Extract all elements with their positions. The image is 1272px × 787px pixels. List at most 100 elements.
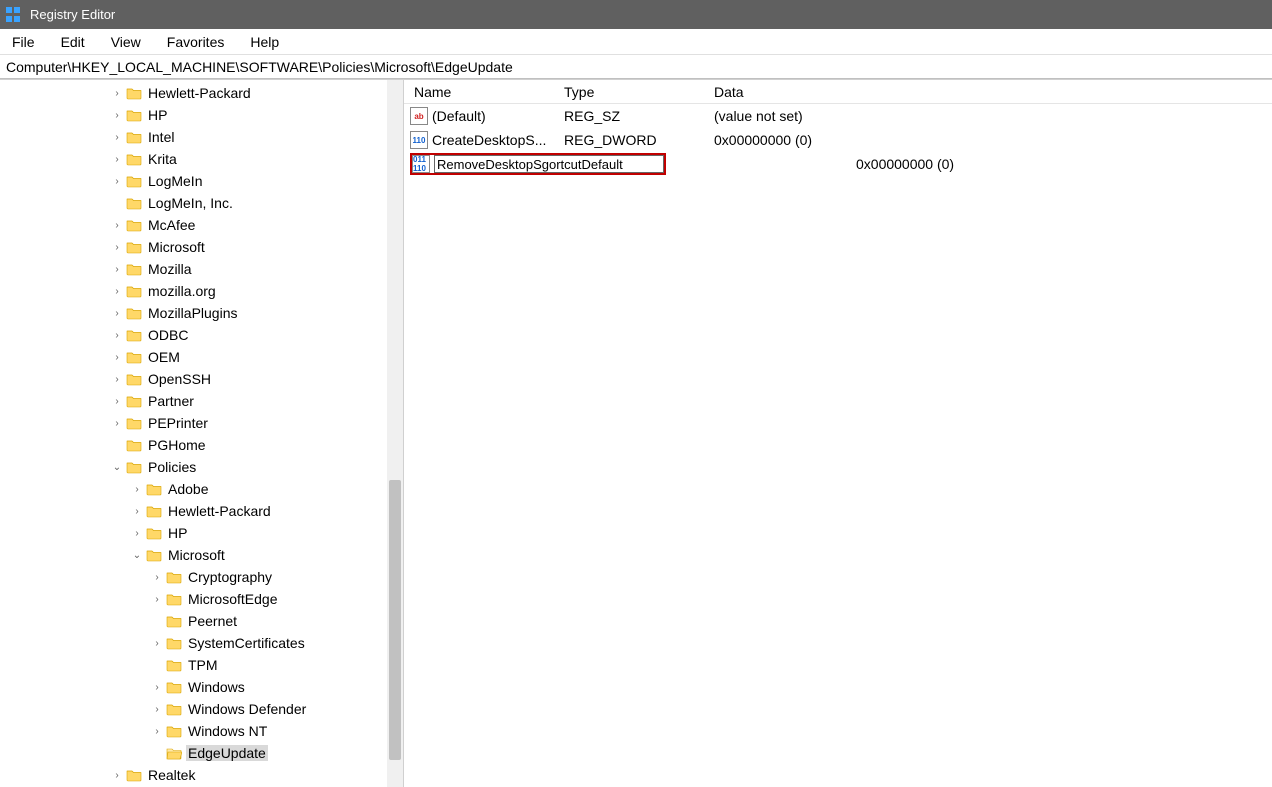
chevron-right-icon[interactable]: › <box>130 504 144 518</box>
tree-item[interactable]: ›OEM <box>0 346 403 368</box>
tree-item-label: SystemCertificates <box>186 635 307 651</box>
tree-item[interactable]: ›Microsoft <box>0 236 403 258</box>
tree-item[interactable]: Peernet <box>0 610 403 632</box>
tree-item[interactable]: ›Intel <box>0 126 403 148</box>
chevron-right-icon[interactable]: › <box>110 350 124 364</box>
chevron-right-icon[interactable]: › <box>110 108 124 122</box>
chevron-right-icon[interactable]: › <box>110 86 124 100</box>
tree-item-label: Mozilla <box>146 261 194 277</box>
chevron-right-icon[interactable]: › <box>150 680 164 694</box>
chevron-right-icon[interactable]: › <box>150 570 164 584</box>
tree-item[interactable]: ›Windows Defender <box>0 698 403 720</box>
chevron-right-icon[interactable]: › <box>150 702 164 716</box>
tree-item[interactable]: PGHome <box>0 434 403 456</box>
chevron-right-icon[interactable]: › <box>110 768 124 782</box>
folder-icon <box>126 328 142 342</box>
chevron-right-icon[interactable]: › <box>110 306 124 320</box>
chevron-right-icon[interactable]: › <box>110 394 124 408</box>
tree-item[interactable]: ›McAfee <box>0 214 403 236</box>
value-row[interactable]: 011 1100x00000000 (0) <box>410 152 1272 176</box>
tree-item[interactable]: ›PEPrinter <box>0 412 403 434</box>
tree-item[interactable]: ⌄ Microsoft <box>0 544 403 566</box>
tree-item[interactable]: ›Cryptography <box>0 566 403 588</box>
folder-icon <box>126 394 142 408</box>
chevron-right-icon[interactable]: › <box>110 262 124 276</box>
tree-pane: ›Hewlett-Packard›HP›Intel›Krita›LogMeInL… <box>0 80 404 787</box>
folder-icon <box>146 548 162 562</box>
tree-item[interactable]: ›Realtek <box>0 764 403 786</box>
tree-item[interactable]: ›mozilla.org <box>0 280 403 302</box>
values-list[interactable]: ab(Default)REG_SZ(value not set)110Creat… <box>404 104 1272 176</box>
tree-item[interactable]: ›ODBC <box>0 324 403 346</box>
regedit-icon <box>6 7 22 23</box>
tree-item[interactable]: › SystemCertificates <box>0 632 403 654</box>
folder-icon <box>126 86 142 100</box>
tree-item[interactable]: ›MicrosoftEdge <box>0 588 403 610</box>
chevron-right-icon[interactable]: › <box>110 218 124 232</box>
tree-item-label: LogMeIn <box>146 173 204 189</box>
menu-file[interactable]: File <box>6 32 41 52</box>
tree-item-label: Microsoft <box>166 547 227 563</box>
menu-help[interactable]: Help <box>244 32 285 52</box>
tree-item-label: Partner <box>146 393 196 409</box>
chevron-right-icon[interactable]: › <box>130 482 144 496</box>
folder-icon <box>126 262 142 276</box>
tree-item[interactable]: ›Hewlett-Packard <box>0 500 403 522</box>
chevron-right-icon[interactable]: › <box>110 152 124 166</box>
tree-item[interactable]: › Partner <box>0 390 403 412</box>
tree-item-label: Peernet <box>186 613 239 629</box>
tree-item[interactable]: ›OpenSSH <box>0 368 403 390</box>
chevron-right-icon[interactable]: › <box>150 592 164 606</box>
tree-item[interactable]: ›MozillaPlugins <box>0 302 403 324</box>
value-row[interactable]: 110CreateDesktopS...REG_DWORD0x00000000 … <box>410 128 1272 152</box>
menu-view[interactable]: View <box>105 32 147 52</box>
header-type[interactable]: Type <box>564 84 714 100</box>
value-type: REG_SZ <box>564 108 714 124</box>
menu-favorites[interactable]: Favorites <box>161 32 231 52</box>
chevron-right-icon[interactable]: › <box>150 724 164 738</box>
chevron-right-icon[interactable]: › <box>110 174 124 188</box>
tree-scrollbar[interactable] <box>387 80 403 787</box>
chevron-right-icon[interactable]: › <box>110 328 124 342</box>
tree-item[interactable]: ⌄Policies <box>0 456 403 478</box>
address-bar[interactable]: Computer\HKEY_LOCAL_MACHINE\SOFTWARE\Pol… <box>0 55 1272 79</box>
tree-item[interactable]: ›Adobe <box>0 478 403 500</box>
tree-item[interactable]: EdgeUpdate <box>0 742 403 764</box>
tree-item[interactable]: LogMeIn, Inc. <box>0 192 403 214</box>
tree-item-label: Hewlett-Packard <box>146 85 253 101</box>
chevron-right-icon[interactable]: › <box>150 636 164 650</box>
value-rename-highlight: 011 110 <box>410 153 666 175</box>
tree-item[interactable]: › Mozilla <box>0 258 403 280</box>
tree-item[interactable]: ›HP <box>0 522 403 544</box>
folder-icon <box>166 702 182 716</box>
chevron-right-icon[interactable]: › <box>130 526 144 540</box>
folder-icon <box>126 108 142 122</box>
value-name-edit-input[interactable] <box>434 155 664 173</box>
chevron-right-icon[interactable]: › <box>110 240 124 254</box>
menu-edit[interactable]: Edit <box>55 32 91 52</box>
titlebar: Registry Editor <box>0 0 1272 29</box>
chevron-down-icon[interactable]: ⌄ <box>110 460 124 474</box>
chevron-right-icon[interactable]: › <box>110 284 124 298</box>
chevron-right-icon[interactable]: › <box>110 416 124 430</box>
chevron-down-icon[interactable]: ⌄ <box>130 548 144 562</box>
tree-item[interactable]: › Hewlett-Packard <box>0 82 403 104</box>
folder-icon <box>126 372 142 386</box>
chevron-right-icon[interactable]: › <box>110 130 124 144</box>
header-data[interactable]: Data <box>714 84 1272 100</box>
tree-scrollbar-thumb[interactable] <box>389 480 401 760</box>
folder-icon <box>126 350 142 364</box>
tree-item[interactable]: ›Windows NT <box>0 720 403 742</box>
chevron-right-icon[interactable]: › <box>110 372 124 386</box>
header-name[interactable]: Name <box>414 84 564 100</box>
tree-item[interactable]: › LogMeIn <box>0 170 403 192</box>
folder-open-icon <box>166 746 182 760</box>
tree-item[interactable]: ›Krita <box>0 148 403 170</box>
value-row[interactable]: ab(Default)REG_SZ(value not set) <box>410 104 1272 128</box>
registry-tree[interactable]: ›Hewlett-Packard›HP›Intel›Krita›LogMeInL… <box>0 80 403 787</box>
tree-item[interactable]: TPM <box>0 654 403 676</box>
tree-item[interactable]: ›Windows <box>0 676 403 698</box>
tree-item[interactable]: ›HP <box>0 104 403 126</box>
values-header[interactable]: Name Type Data <box>404 80 1272 104</box>
folder-icon <box>166 570 182 584</box>
